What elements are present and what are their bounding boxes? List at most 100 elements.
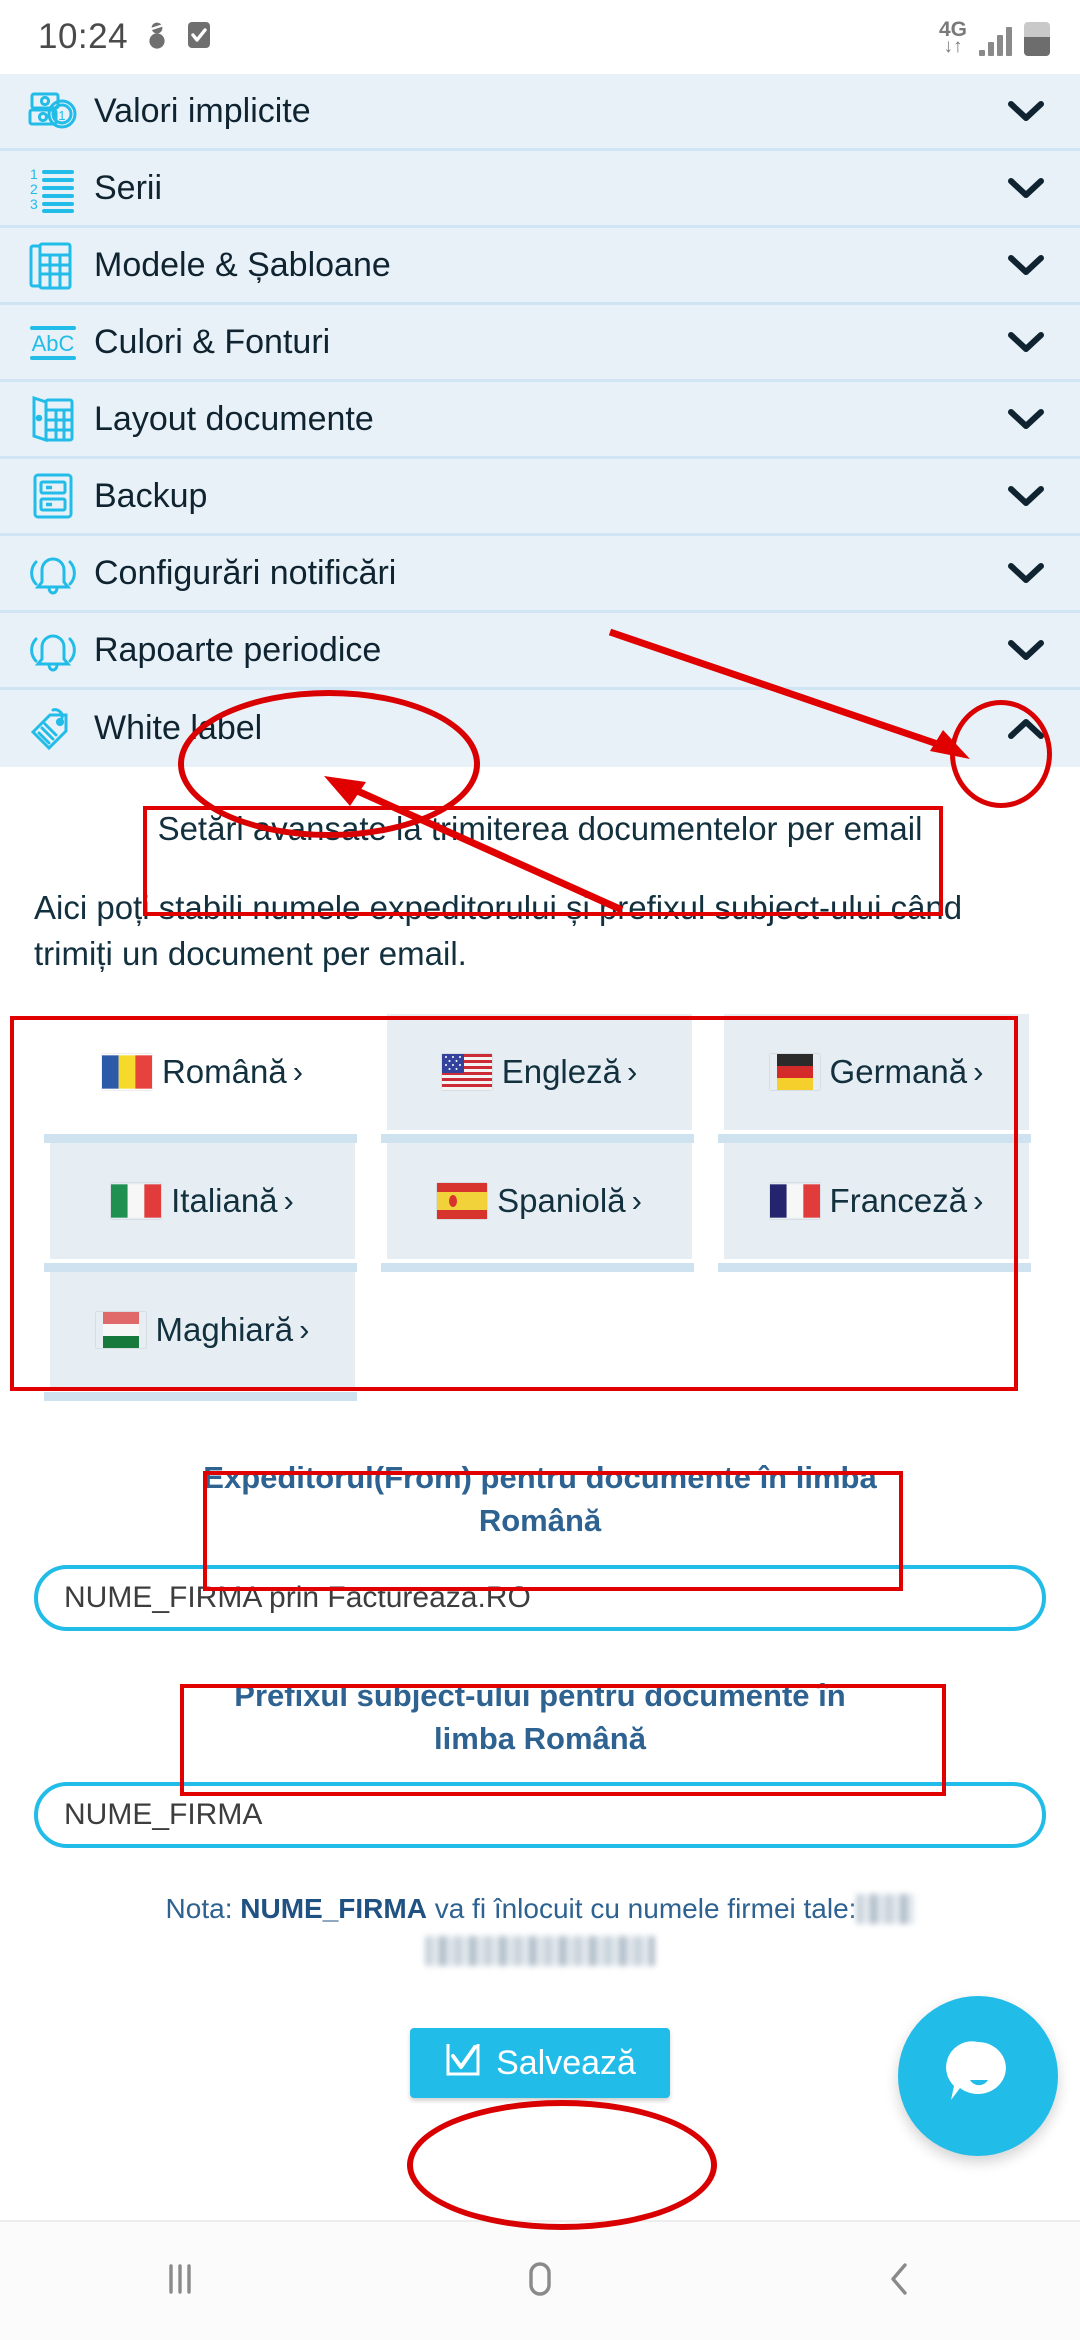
subject-field-group: Prefixul subject-ului pentru documente î… [34, 1675, 1046, 1849]
flag-ro-icon [101, 1054, 152, 1090]
status-bar: 10:24 4G ↓↑ [0, 0, 1080, 74]
android-nav-bar [0, 2220, 1080, 2340]
recents-button[interactable] [0, 2256, 360, 2307]
save-button-label: Salvează [496, 2043, 636, 2082]
svg-text:2: 2 [30, 181, 38, 197]
accordion-row-layout-documente[interactable]: Layout documente [0, 382, 1080, 459]
status-bar-right: 4G ↓↑ [939, 19, 1050, 56]
panel-description: Aici poți stabili numele expeditorului ș… [34, 888, 963, 973]
accordion-row-rapoarte-periodice[interactable]: Rapoarte periodice [0, 613, 1080, 690]
checkbox-icon [186, 20, 212, 55]
language-cell-maghiara: Maghiară › [34, 1272, 371, 1402]
chevron-right-icon: › [283, 1183, 294, 1219]
accordion-label: Backup [94, 476, 208, 515]
language-label: Engleză [501, 1053, 621, 1091]
accordion-label: Configurări notificări [94, 553, 397, 592]
language-chip-germana[interactable]: Germană › [724, 1014, 1029, 1131]
flag-us-icon [441, 1054, 492, 1091]
chevron-up-icon[interactable] [1000, 703, 1052, 755]
language-chip-romana[interactable]: Română › [50, 1014, 355, 1131]
language-underline [44, 1134, 357, 1144]
save-button-wrapper: Salvează [34, 2028, 1046, 2099]
home-button[interactable] [360, 2256, 720, 2307]
accordion-row-culori-fonturi[interactable]: AbC Culori & Fonturi [0, 305, 1080, 382]
language-cell-engleza: Engleză › [371, 1014, 708, 1144]
accordion-label: White label [94, 709, 263, 747]
accordion-row-backup[interactable]: Backup [0, 459, 1080, 536]
chevron-right-icon: › [973, 1054, 984, 1090]
subject-input[interactable]: NUME_FIRMA [34, 1782, 1046, 1849]
annotation-ellipse-save [407, 2100, 717, 2230]
flag-de-icon [770, 1054, 820, 1091]
note-token: NUME_FIRMA [240, 1893, 427, 1925]
language-label: Franceză [829, 1182, 968, 1220]
layout-icon [24, 390, 82, 448]
data-transfer-icon: 4G ↓↑ [939, 19, 967, 56]
chevron-down-icon[interactable] [1000, 85, 1052, 137]
from-input[interactable]: NUME_FIRMA prin Factureaza.RO [34, 1564, 1046, 1631]
language-cell-romana: Română › [34, 1014, 371, 1144]
chat-bubble-icon [932, 2028, 1024, 2125]
language-label: Italiană [171, 1182, 278, 1220]
redacted-company-name-1 [856, 1894, 915, 1925]
language-chip-spaniola[interactable]: Spaniolă › [387, 1143, 692, 1260]
language-grid: Română › Engleză › Germană › Italiană › … [34, 1014, 1046, 1402]
language-cell-spaniola: Spaniolă › [371, 1143, 708, 1273]
server-icon [24, 467, 82, 525]
chevron-right-icon: › [292, 1054, 304, 1090]
panel-title: Setări avansate la trimiterea documentel… [157, 810, 923, 847]
language-label: Spaniolă [497, 1182, 626, 1220]
note-prefix: Nota: [165, 1893, 241, 1925]
chevron-down-icon[interactable] [1000, 239, 1052, 291]
accordion-row-modele-sabloane[interactable]: Modele & Șabloane [0, 228, 1080, 305]
language-label: Germană [829, 1053, 968, 1091]
language-cell-franceza: Franceză › [708, 1143, 1045, 1273]
accordion-row-configurari-notificari[interactable]: Configurări notificări [0, 536, 1080, 613]
svg-text:3: 3 [30, 196, 38, 212]
language-chip-franceza[interactable]: Franceză › [724, 1143, 1029, 1260]
status-clock: 10:24 [38, 17, 129, 56]
flag-fr-icon [769, 1183, 820, 1219]
chevron-down-icon[interactable] [1000, 162, 1052, 214]
chevron-down-icon[interactable] [1000, 393, 1052, 445]
language-cell-germana: Germană › [708, 1014, 1045, 1144]
chevron-right-icon: › [299, 1312, 310, 1348]
bell-icon [24, 621, 82, 679]
flag-es-icon [437, 1183, 488, 1220]
numbered-list-icon: 123 [24, 159, 82, 217]
flag-hu-icon [96, 1312, 146, 1349]
language-underline [381, 1263, 694, 1273]
accordion-label: Valori implicite [94, 91, 311, 130]
white-label-panel: Setări avansate la trimiterea documentel… [0, 809, 1080, 2099]
save-button[interactable]: Salvează [410, 2028, 670, 2099]
back-button[interactable] [720, 2256, 1080, 2307]
save-check-icon [444, 2040, 482, 2087]
language-underline [718, 1134, 1031, 1144]
language-chip-italiana[interactable]: Italiană › [50, 1143, 355, 1260]
accordion-row-valori-implicite[interactable]: 1 Valori implicite [0, 74, 1080, 151]
settings-accordion: 1 Valori implicite 123 Serii Modele & Șa… [0, 74, 1080, 767]
language-underline [381, 1134, 694, 1144]
accordion-row-white-label[interactable]: White label [0, 690, 1080, 767]
battery-icon [1024, 21, 1050, 56]
chat-widget-button[interactable] [898, 1996, 1058, 2156]
redacted-company-name-2 [425, 1936, 655, 1967]
note-suffix: va fi înlocuit cu numele firmei tale: [426, 1893, 857, 1925]
accordion-row-serii[interactable]: 123 Serii [0, 151, 1080, 228]
chevron-down-icon[interactable] [1000, 316, 1052, 368]
svg-text:1: 1 [58, 108, 65, 123]
accordion-label: Serii [94, 168, 163, 207]
flag-it-icon [111, 1183, 162, 1219]
language-chip-engleza[interactable]: Engleză › [387, 1014, 692, 1131]
language-chip-maghiara[interactable]: Maghiară › [50, 1272, 355, 1389]
recents-icon [157, 2256, 203, 2307]
subject-field-label: Prefixul subject-ului pentru documente î… [234, 1677, 846, 1756]
note-text: Nota: NUME_FIRMA va fi înlocuit cu numel… [34, 1888, 1046, 1972]
language-underline [44, 1392, 357, 1402]
chevron-down-icon[interactable] [1000, 624, 1052, 676]
language-underline [718, 1263, 1031, 1273]
chevron-down-icon[interactable] [1000, 470, 1052, 522]
language-label: Maghiară [155, 1311, 294, 1349]
chevron-down-icon[interactable] [1000, 547, 1052, 599]
home-icon [517, 2256, 563, 2307]
